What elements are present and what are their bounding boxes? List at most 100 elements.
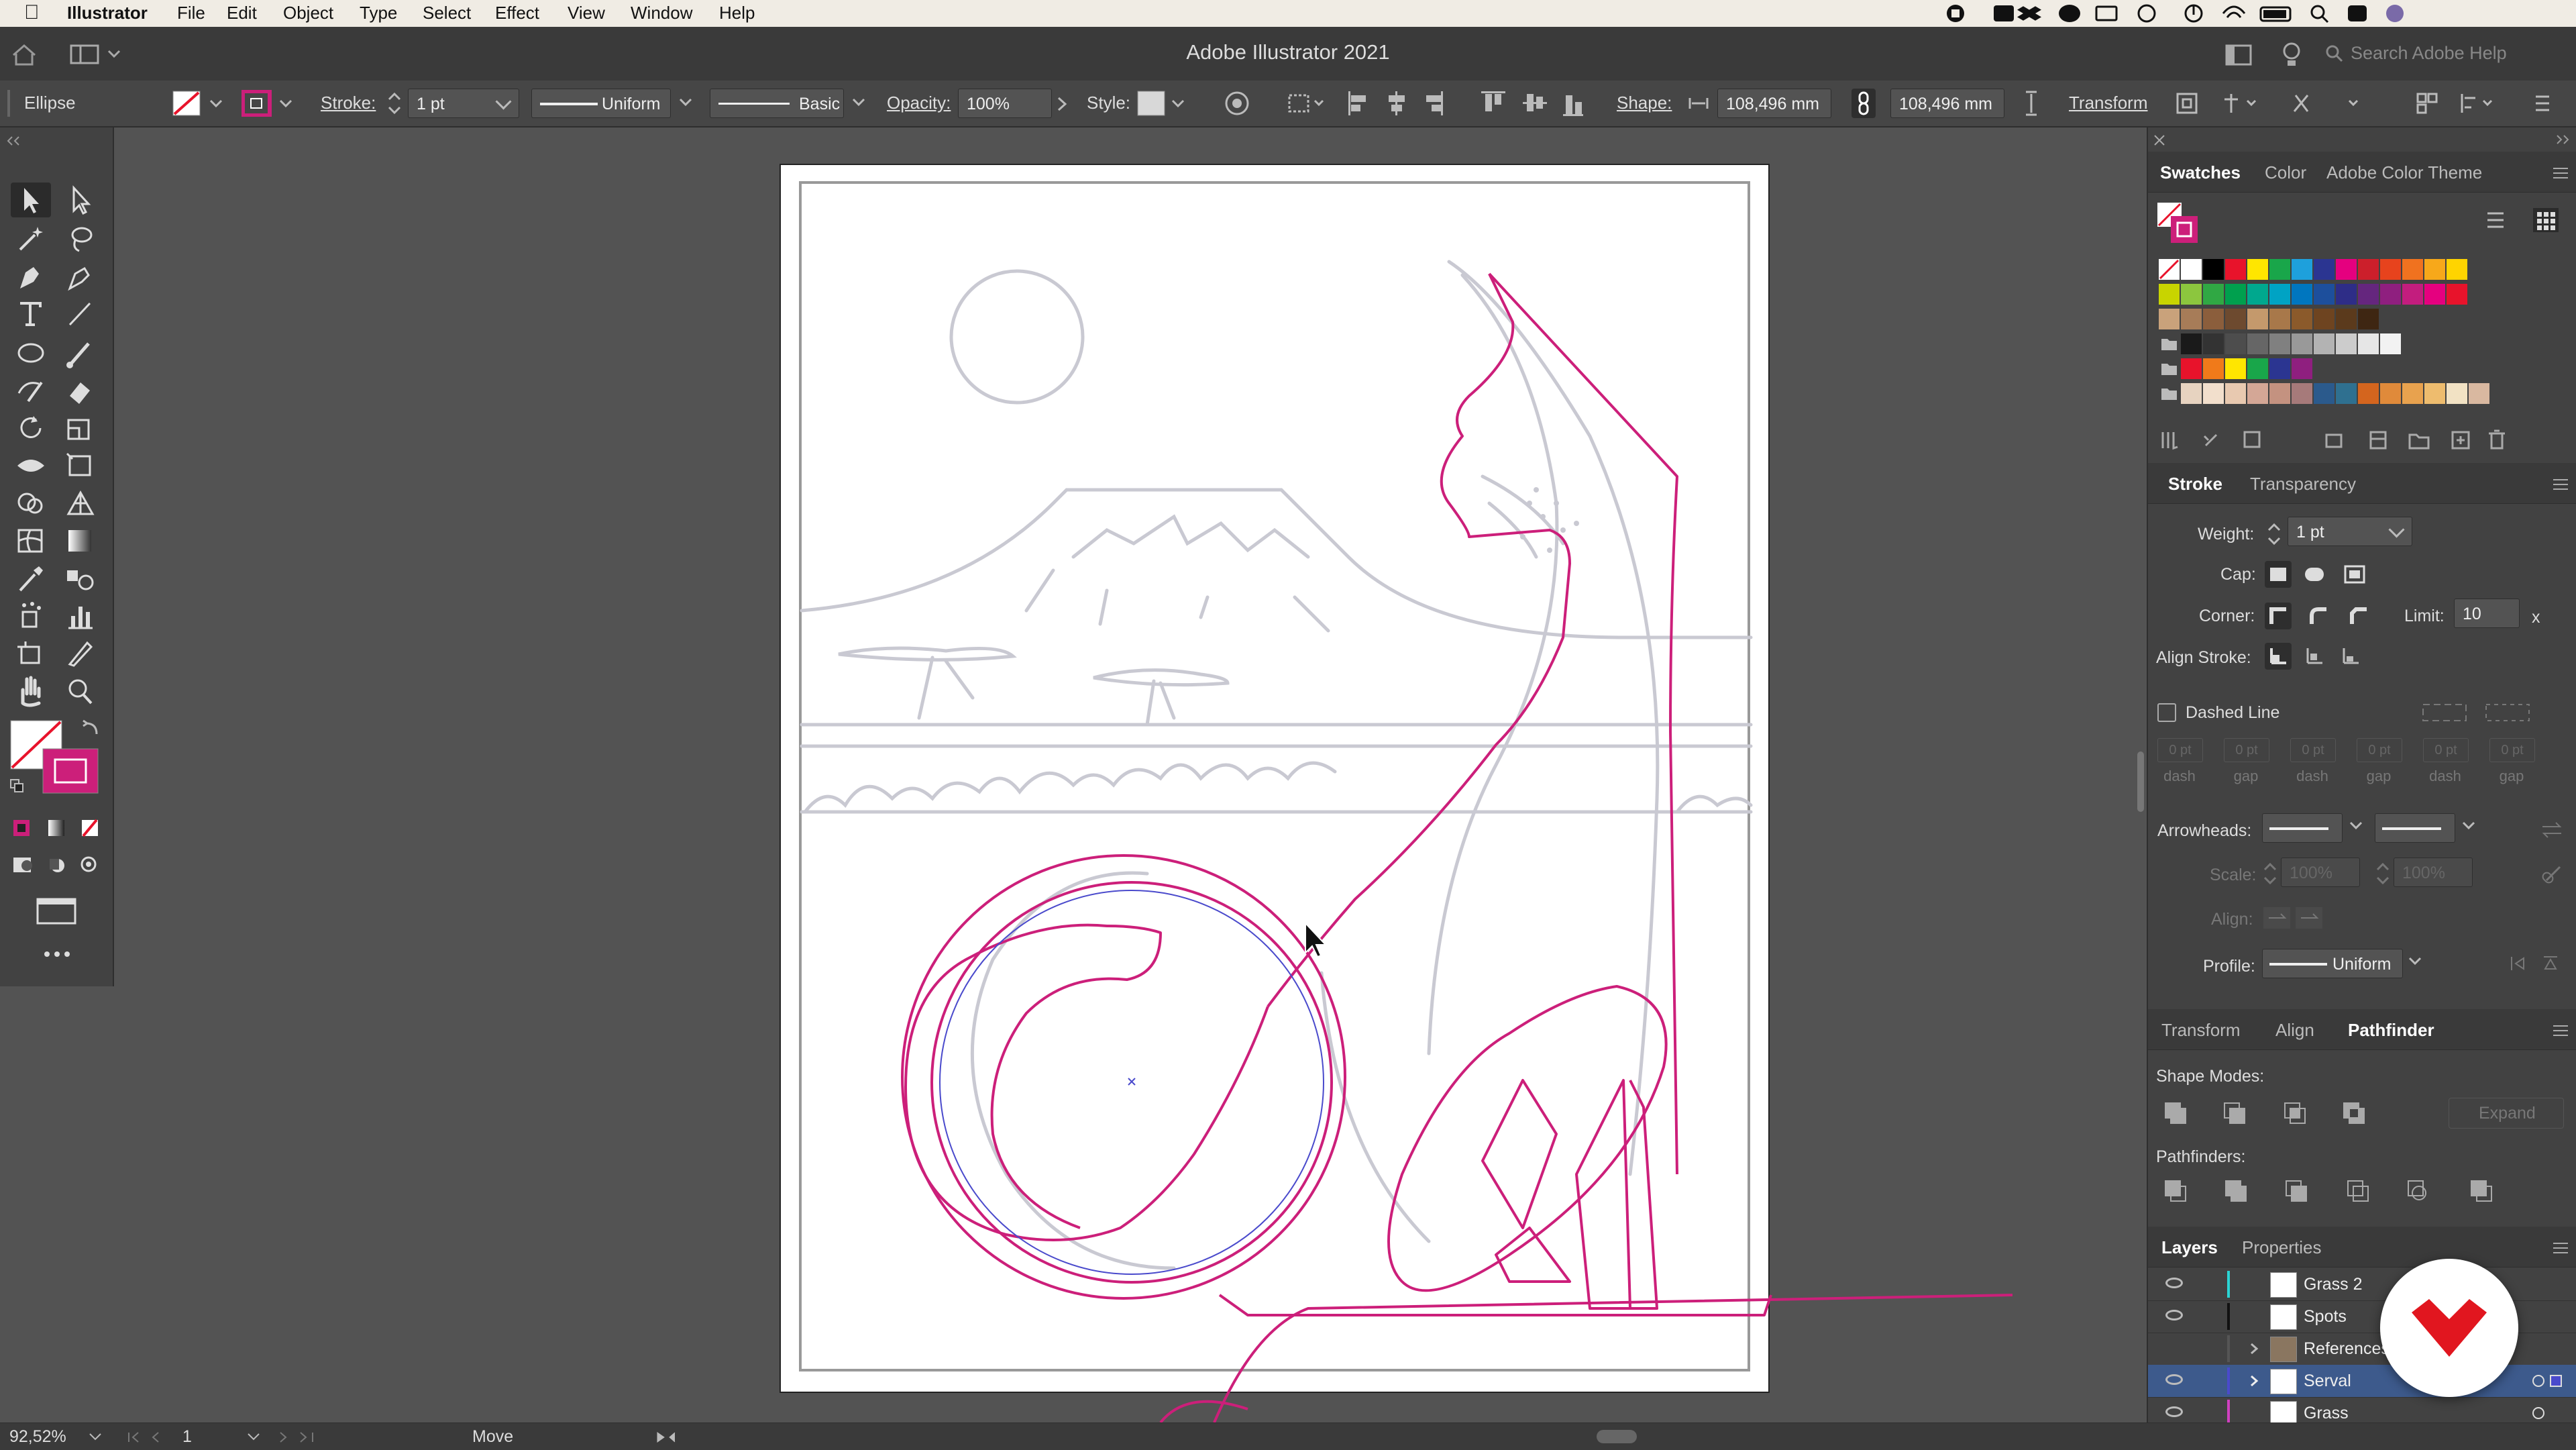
menu-app-name[interactable]: Illustrator [67, 3, 148, 23]
column-graph-tool-icon[interactable] [60, 599, 101, 633]
swatch-cell[interactable] [2247, 358, 2268, 379]
swatch-cell[interactable] [2203, 383, 2224, 404]
eyedropper-tool-icon[interactable] [11, 561, 51, 596]
swatch-cell[interactable] [2402, 259, 2423, 280]
scale-tool-icon[interactable] [60, 411, 101, 446]
swatch-view-toggle[interactable] [2479, 207, 2567, 234]
tab-align[interactable]: Align [2275, 1020, 2314, 1041]
tab-color[interactable]: Color [2265, 162, 2306, 183]
expand-layer-chevron-icon[interactable] [2247, 1342, 2261, 1355]
swatch-cell[interactable] [2358, 333, 2379, 354]
menu-select[interactable]: Select [423, 3, 471, 23]
menu-object[interactable]: Object [283, 3, 333, 23]
swatch-group-folder-icon[interactable] [2159, 333, 2180, 354]
swatch-cell[interactable] [2203, 259, 2224, 280]
shape-label[interactable]: Shape: [1617, 93, 1672, 113]
swatch-cell[interactable] [2314, 333, 2334, 354]
opacity-arrow-icon[interactable] [1055, 94, 1071, 114]
swatch-cell[interactable] [2225, 284, 2246, 305]
swatch-cell[interactable] [2203, 284, 2224, 305]
menu-file[interactable]: File [177, 3, 205, 23]
swatch-fill-stroke-icon[interactable] [2156, 201, 2203, 248]
pen-tool-icon[interactable] [11, 259, 51, 294]
swatch-cell[interactable] [2181, 333, 2202, 354]
swatch-panel-footer-buttons[interactable] [2159, 428, 2568, 451]
free-transform-tool-icon[interactable] [60, 448, 101, 483]
swatch-cell[interactable] [2380, 333, 2401, 354]
opacity-label[interactable]: Opacity: [887, 93, 951, 113]
artboard-tool-icon[interactable] [11, 636, 51, 671]
eraser-tool-icon[interactable] [60, 373, 101, 408]
dash-gap-field[interactable]: 0 pt [2357, 738, 2402, 762]
weight-dropdown[interactable]: 1 pt [2288, 517, 2412, 546]
swatch-cell[interactable] [2269, 358, 2290, 379]
swatch-cell[interactable] [2336, 309, 2357, 329]
swatch-cell[interactable] [2292, 284, 2312, 305]
swatch-cell[interactable] [2336, 284, 2357, 305]
swatch-cell[interactable] [2469, 383, 2489, 404]
dash-align-buttons[interactable] [2419, 698, 2573, 727]
swatch-cell[interactable] [2203, 358, 2224, 379]
fill-color-picker[interactable] [172, 90, 225, 117]
edit-toolbar-icon[interactable] [40, 947, 74, 961]
mesh-tool-icon[interactable] [11, 523, 51, 558]
panels-top-controls[interactable] [2152, 133, 2573, 149]
align-stroke-buttons[interactable] [2263, 641, 2377, 671]
swatch-cell[interactable] [2358, 259, 2379, 280]
swatch-cell[interactable] [2159, 309, 2180, 329]
dash-gap-field[interactable]: 0 pt [2489, 738, 2535, 762]
color-mode-buttons[interactable] [9, 816, 103, 840]
menu-view[interactable]: View [568, 3, 605, 23]
expand-button[interactable]: Expand [2449, 1098, 2564, 1129]
flip-profile-buttons[interactable] [2506, 951, 2567, 976]
visibility-eye-icon[interactable] [2165, 1278, 2183, 1288]
align-to-icon[interactable] [1287, 89, 1327, 118]
menu-help[interactable]: Help [719, 3, 755, 23]
direct-selection-tool-icon[interactable] [60, 183, 101, 217]
pathfinder-buttons[interactable] [2161, 1176, 2571, 1206]
constrain-proportions-icon[interactable] [1850, 87, 1877, 119]
swatch-cell[interactable] [2247, 383, 2268, 404]
stroke-profile-chevron-icon[interactable] [2406, 953, 2426, 973]
brush-definition-dropdown[interactable]: Basic [710, 89, 844, 118]
hand-tool-icon[interactable] [11, 674, 51, 709]
dash-gap-field[interactable]: 0 pt [2157, 738, 2203, 762]
stroke-menu-icon[interactable] [2552, 478, 2569, 491]
blend-tool-icon[interactable] [60, 561, 101, 596]
control-bar-right-icons[interactable] [2174, 90, 2549, 117]
swatch-cell[interactable] [2225, 333, 2246, 354]
swatch-cell[interactable] [2159, 284, 2180, 305]
zoom-tool-icon[interactable] [60, 674, 101, 709]
swatch-cell[interactable] [2247, 309, 2268, 329]
shape-width-field[interactable]: 108,496 mm [1717, 89, 1831, 118]
swatch-cell[interactable] [2247, 333, 2268, 354]
swatch-cell[interactable] [2269, 309, 2290, 329]
vertical-scrollbar[interactable] [2137, 752, 2144, 812]
swatches-menu-icon[interactable] [2552, 166, 2569, 180]
lasso-tool-icon[interactable] [60, 221, 101, 256]
swatch-cell[interactable] [2203, 309, 2224, 329]
scale-start-field[interactable]: 100% [2281, 858, 2360, 887]
menu-edit[interactable]: Edit [227, 3, 257, 23]
corner-buttons[interactable] [2263, 601, 2377, 631]
apple-icon[interactable]:  [24, 1, 40, 24]
opacity-field[interactable]: 100% [958, 89, 1052, 118]
stroke-weight-dropdown[interactable]: 1 pt [408, 89, 519, 118]
stroke-label[interactable]: Stroke: [321, 93, 376, 113]
arrow-align-buttons[interactable] [2262, 904, 2329, 931]
dash-gap-field[interactable]: 0 pt [2224, 738, 2269, 762]
swatch-cell[interactable] [2336, 259, 2357, 280]
rotate-tool-icon[interactable] [11, 411, 51, 446]
arrowhead-end-dropdown[interactable] [2375, 813, 2455, 843]
artboard-prev-buttons[interactable] [125, 1430, 185, 1445]
layer-row-grass-2[interactable]: Grass 2 [2148, 1268, 2576, 1301]
swatch-group-folder-icon[interactable] [2159, 383, 2180, 404]
profile-chevron-icon[interactable] [676, 94, 696, 114]
symbol-sprayer-tool-icon[interactable] [11, 599, 51, 633]
arrowhead-start-chevron-icon[interactable] [2347, 817, 2367, 837]
swatch-cell[interactable] [2225, 309, 2246, 329]
swatch-cell[interactable] [2402, 383, 2423, 404]
swatch-cell[interactable] [2380, 259, 2401, 280]
layer-row-serval[interactable]: Serval [2148, 1365, 2576, 1398]
scale-start-stepper[interactable] [2262, 860, 2278, 887]
